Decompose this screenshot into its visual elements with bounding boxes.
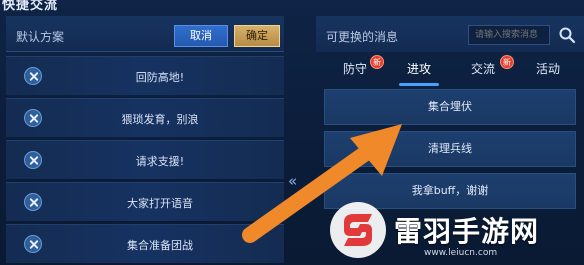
search-icon[interactable] (558, 26, 576, 44)
list-item-label: 猥琐发育，别浪 (121, 113, 199, 126)
tab-label: 防守 (342, 62, 367, 76)
default-message-list: 回防高地! 猥琐发育，别浪 请求支援! 大家打开语音 集合准备团战 (6, 56, 284, 265)
watermark: 雷羽手游网 www.leiucn.com (328, 198, 584, 265)
remove-icon[interactable] (24, 109, 42, 127)
list-item-label: 集合准备团战 (127, 239, 193, 252)
new-badge: 新 (500, 55, 514, 69)
watermark-brand: 雷羽手游网 (394, 215, 540, 248)
list-item[interactable]: 集合埋伏 (324, 89, 576, 125)
search-input[interactable] (468, 25, 550, 45)
tab-label: 交流 (470, 62, 495, 76)
remove-icon[interactable] (24, 67, 42, 85)
default-scheme-panel: 默认方案 取消 确定 回防高地! 猥琐发育，别浪 请求支援! 大家打开语音 集合… (6, 16, 284, 265)
list-item-label: 请求支援! (135, 155, 185, 168)
replaceable-messages-header: 可更换的消息 (316, 16, 584, 52)
double-chevron-left-icon[interactable]: « (288, 174, 306, 189)
list-item[interactable]: 清理兵线 (324, 131, 576, 167)
list-item[interactable]: 请求支援! (6, 140, 284, 179)
list-item[interactable]: 大家打开语音 (6, 182, 284, 221)
tab-defense[interactable]: 防守 新 (326, 54, 384, 88)
page-title: 快捷交流 (2, 0, 59, 13)
brand-logo-icon (330, 202, 386, 258)
tab-events[interactable]: 活动 (518, 54, 578, 88)
list-item[interactable]: 猥琐发育，别浪 (6, 98, 284, 137)
list-item[interactable]: 回防高地! (6, 56, 284, 95)
remove-icon[interactable] (24, 193, 42, 211)
tab-attack[interactable]: 进攻 (388, 54, 450, 88)
remove-icon[interactable] (24, 235, 42, 253)
default-scheme-label: 默认方案 (16, 30, 65, 44)
active-tab-indicator (399, 83, 439, 86)
watermark-url: www.leiucn.com (424, 248, 498, 258)
default-scheme-header: 默认方案 取消 确定 (6, 16, 284, 52)
list-item-label: 回防高地! (135, 71, 185, 84)
list-item-label: 大家打开语音 (127, 197, 193, 210)
replaceable-messages-label: 可更换的消息 (326, 30, 399, 44)
new-badge: 新 (370, 55, 384, 69)
tab-label: 活动 (535, 62, 560, 76)
message-category-tabs: 防守 新 进攻 交流 新 活动 (316, 54, 584, 88)
replaceable-message-list: 集合埋伏 清理兵线 我拿buff，谢谢 (324, 89, 576, 215)
list-item[interactable]: 集合准备团战 (6, 224, 284, 263)
remove-icon[interactable] (24, 151, 42, 169)
tab-label: 进攻 (406, 62, 431, 76)
tab-chat[interactable]: 交流 新 (454, 54, 514, 88)
cancel-button[interactable]: 取消 (174, 25, 228, 47)
confirm-button[interactable]: 确定 (234, 25, 280, 47)
